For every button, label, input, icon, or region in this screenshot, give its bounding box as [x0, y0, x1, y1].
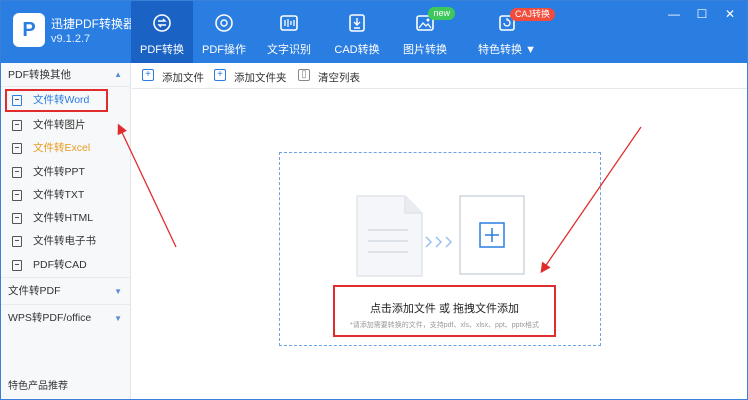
sidebar-item-label: 文件转Word: [33, 94, 90, 106]
add-folder-icon: +: [214, 69, 226, 81]
sidebar-item-label: 文件转HTML: [33, 212, 94, 225]
tab-label: PDF转换: [140, 44, 184, 56]
drop-zone-hint: *请添加需要转换的文件，支持pdf、xls、xlsx、ppt、pptx格式: [349, 322, 540, 329]
add-file-icon: +: [142, 69, 154, 81]
drop-zone-title: 点击添加文件 或 拖拽文件添加: [369, 303, 520, 315]
clear-list-button[interactable]: ▯ 清空列表: [298, 69, 360, 85]
main-nav: PDF转换 PDF操作 文字识别 CAD转换 new 图片转换 CAJ转换 特色…: [131, 1, 555, 63]
tab-image-convert[interactable]: new 图片转换: [391, 1, 459, 63]
tab-pdf-convert[interactable]: PDF转换: [131, 1, 193, 63]
word-file-icon: [12, 95, 22, 106]
sidebar-item-label: 文件转图片: [33, 119, 86, 131]
top-bar: P 迅捷PDF转换器 v9.1.2.7 PDF转换 PDF操作 文字识别 CAD…: [1, 1, 747, 63]
sidebar-section-header[interactable]: PDF转换其他 ▲: [1, 63, 130, 87]
trash-icon: ▯: [298, 69, 310, 81]
sidebar-item-label: 文件转TXT: [33, 188, 85, 201]
sidebar-item-file-to-html[interactable]: 文件转HTML: [1, 207, 130, 230]
app-logo: P: [13, 13, 45, 47]
add-file-prompt[interactable]: 点击添加文件 或 拖拽文件添加 *请添加需要转换的文件，支持pdf、xls、xl…: [333, 285, 556, 337]
add-file-button[interactable]: + 添加文件: [142, 69, 204, 85]
ebook-file-icon: [12, 236, 22, 248]
convert-icon: [153, 14, 171, 32]
tab-pdf-operate[interactable]: PDF操作: [193, 1, 255, 63]
sidebar-item-label: 文件转PPT: [33, 165, 85, 178]
tab-ocr[interactable]: 文字识别: [255, 1, 323, 63]
clear-list-label: 清空列表: [318, 72, 360, 84]
add-folder-label: 添加文件夹: [234, 72, 287, 84]
app-version: v9.1.2.7: [51, 33, 91, 45]
featured-products-label: 特色产品推荐: [8, 381, 68, 392]
add-file-label: 添加文件: [162, 72, 204, 84]
sidebar-item-file-to-word[interactable]: 文件转Word: [5, 89, 108, 112]
tab-special-convert[interactable]: CAJ转换 特色转换 ▼: [459, 1, 555, 63]
sidebar-item-pdf-to-cad[interactable]: PDF转CAD: [1, 254, 130, 277]
document-to-add-illustration: [356, 195, 525, 277]
app-window: P 迅捷PDF转换器 v9.1.2.7 PDF转换 PDF操作 文字识别 CAD…: [0, 0, 748, 400]
close-button[interactable]: ✕: [723, 7, 737, 21]
sidebar-item-file-to-ebook[interactable]: 文件转电子书: [1, 230, 130, 253]
file-drop-zone[interactable]: 点击添加文件 或 拖拽文件添加 *请添加需要转换的文件，支持pdf、xls、xl…: [279, 152, 601, 346]
tab-label: 图片转换: [403, 44, 447, 56]
excel-file-icon: [12, 143, 22, 155]
sidebar-item-label: 文件转Excel: [33, 142, 91, 155]
sidebar-item-label: 文件转电子书: [33, 235, 96, 248]
sidebar-section-title: PDF转换其他: [8, 69, 71, 81]
sidebar-group-label: WPS转PDF/office: [8, 312, 92, 325]
sidebar-group-file-to-pdf[interactable]: 文件转PDF ▼: [1, 277, 130, 304]
sidebar-item-file-to-txt[interactable]: 文件转TXT: [1, 184, 130, 207]
sidebar-group-label: 文件转PDF: [8, 285, 61, 298]
tab-label: 文字识别: [267, 44, 311, 56]
app-name: 迅捷PDF转换器: [51, 17, 136, 31]
tab-label: 特色转换 ▼: [478, 44, 536, 56]
restore-button[interactable]: ☐: [695, 7, 709, 21]
operate-icon: [215, 14, 233, 32]
sidebar-item-label: PDF转CAD: [33, 258, 87, 271]
ocr-icon: [280, 15, 298, 31]
sidebar: PDF转换其他 ▲ 文件转Word 文件转图片 文件转Excel 文件转PPT …: [1, 63, 131, 399]
cad-file-icon: [12, 259, 22, 271]
ppt-file-icon: [12, 166, 22, 178]
new-badge: new: [428, 7, 455, 20]
tab-label: PDF操作: [202, 44, 246, 56]
sidebar-item-file-to-ppt[interactable]: 文件转PPT: [1, 161, 130, 184]
txt-file-icon: [12, 189, 22, 201]
chevron-down-icon: ▼: [114, 314, 122, 324]
add-folder-button[interactable]: + 添加文件夹: [214, 69, 287, 85]
tab-label: CAD转换: [334, 44, 380, 56]
cad-icon: [349, 14, 365, 32]
html-file-icon: [12, 213, 22, 225]
image-file-icon: [12, 120, 22, 131]
tab-cad-convert[interactable]: CAD转换: [323, 1, 391, 63]
minimize-button[interactable]: —: [667, 7, 681, 21]
chevron-down-icon: ▼: [114, 287, 122, 297]
caj-badge: CAJ转换: [509, 8, 555, 21]
window-controls: — ☐ ✕: [667, 7, 737, 21]
chevron-up-icon: ▲: [114, 70, 122, 79]
sidebar-item-file-to-image[interactable]: 文件转图片: [1, 114, 130, 137]
sidebar-group-wps-to-pdf[interactable]: WPS转PDF/office ▼: [1, 304, 130, 331]
sidebar-item-file-to-excel[interactable]: 文件转Excel: [1, 137, 130, 160]
file-toolbar: + 添加文件 + 添加文件夹 ▯ 清空列表: [132, 63, 747, 89]
